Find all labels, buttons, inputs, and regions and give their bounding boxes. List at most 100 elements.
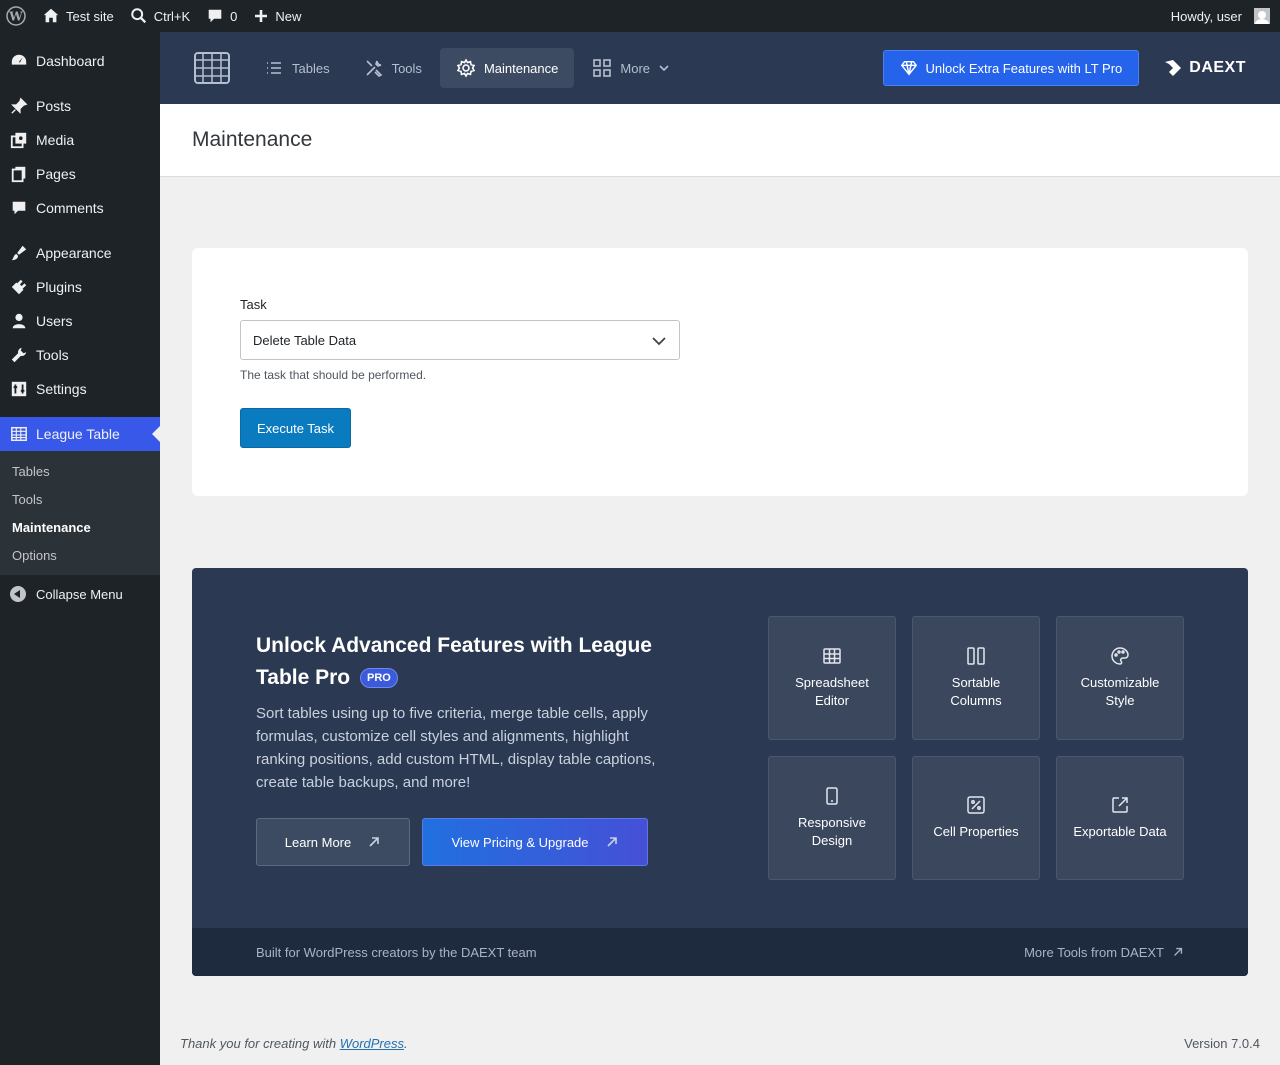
home-icon [43, 8, 59, 23]
percent-icon [967, 796, 985, 814]
footer-thanks: Thank you for creating with WordPress. [180, 1036, 408, 1051]
collapse-menu-button[interactable]: Collapse Menu [0, 577, 160, 611]
sidebar-item-comments[interactable]: Comments [0, 191, 160, 225]
settings-icon [10, 380, 28, 398]
list-icon [267, 62, 281, 74]
plus-icon [255, 10, 268, 22]
nav-tab-label: Maintenance [483, 60, 559, 76]
learn-more-button[interactable]: Learn More [256, 818, 410, 866]
search-button[interactable]: Ctrl+K [122, 0, 198, 32]
arrow-up-right-icon [1174, 947, 1183, 956]
sidebar-item-label: Media [36, 132, 75, 148]
new-content-button[interactable]: New [245, 0, 309, 32]
search-shortcut: Ctrl+K [153, 8, 191, 24]
feature-label: Sortable Columns [950, 675, 1002, 708]
site-name: Test site [66, 8, 114, 24]
arrow-up-right-icon [369, 837, 380, 847]
sidebar-item-dashboard[interactable]: Dashboard [0, 44, 160, 78]
page-header: Maintenance [160, 104, 1280, 177]
plugin-nav: Tables Tools Maintenance More Unlock Ext… [160, 32, 1280, 104]
footer-thanks-prefix: Thank you for creating with [180, 1036, 340, 1051]
feature-spreadsheet-editor: Spreadsheet Editor [768, 616, 896, 740]
sidebar-item-league-table[interactable]: League Table [0, 417, 160, 451]
sidebar-item-label: Settings [36, 381, 87, 397]
sidebar-item-posts[interactable]: Posts [0, 89, 160, 123]
user-icon [10, 312, 28, 330]
comment-icon [208, 9, 222, 23]
nav-tab-label: Tools [391, 60, 422, 76]
feature-responsive-design: Responsive Design [768, 756, 896, 880]
sidebar-item-settings[interactable]: Settings [0, 372, 160, 406]
nav-tab-tables[interactable]: Tables [248, 48, 346, 88]
unlock-label: Unlock Extra Features with LT Pro [925, 60, 1123, 76]
palette-icon [1111, 647, 1129, 665]
comments-link[interactable]: 0 [198, 0, 245, 32]
daext-logo-icon [1165, 60, 1182, 76]
wordpress-logo-button[interactable]: W [0, 0, 34, 32]
task-select-value: Delete Table Data [253, 332, 357, 348]
more-tools-label: More Tools from DAEXT [1024, 944, 1164, 960]
sidebar-item-label: Users [36, 313, 73, 329]
feature-exportable-data: Exportable Data [1056, 756, 1184, 880]
promo-title: Unlock Advanced Features with League Tab… [256, 630, 696, 694]
nav-tab-more[interactable]: More [576, 48, 686, 88]
mobile-icon [826, 787, 838, 805]
wordpress-icon: W [6, 6, 26, 26]
diamond-icon [900, 60, 917, 76]
feature-label: Spreadsheet Editor [795, 675, 869, 708]
task-select[interactable]: Delete Table Data [240, 320, 680, 360]
sidebar-item-users[interactable]: Users [0, 304, 160, 338]
nav-tab-label: Tables [292, 60, 330, 76]
unlock-pro-button[interactable]: Unlock Extra Features with LT Pro [882, 50, 1140, 86]
admin-sidebar: Dashboard Posts Media Pages Comments App… [0, 32, 160, 1065]
daext-logo[interactable]: DAEXT [1163, 58, 1246, 78]
howdy-text: Howdy, user [1170, 8, 1242, 24]
sidebar-item-tools[interactable]: Tools [0, 338, 160, 372]
sidebar-item-plugins[interactable]: Plugins [0, 270, 160, 304]
league-table-submenu: Tables Tools Maintenance Options [0, 451, 160, 575]
promo-footer-credit: Built for WordPress creators by the DAEX… [256, 944, 537, 960]
view-pricing-button[interactable]: View Pricing & Upgrade [422, 818, 648, 866]
gear-icon [456, 58, 476, 78]
footer-version: Version 7.0.4 [1184, 1036, 1260, 1051]
comment-icon [10, 199, 28, 217]
site-name-link[interactable]: Test site [34, 0, 122, 32]
sidebar-item-label: Appearance [36, 245, 112, 261]
wordpress-link[interactable]: WordPress [340, 1036, 404, 1051]
sidebar-item-media[interactable]: Media [0, 123, 160, 157]
daext-brand: DAEXT [1189, 59, 1246, 76]
grid-icon [823, 648, 841, 664]
promo-title-text: Unlock Advanced Features with League Tab… [256, 634, 652, 689]
sidebar-item-label: Dashboard [36, 53, 105, 69]
league-table-logo-icon[interactable] [194, 52, 230, 84]
feature-label: Customizable Style [1080, 675, 1160, 708]
sidebar-item-pages[interactable]: Pages [0, 157, 160, 191]
pages-icon [10, 165, 28, 183]
collapse-label: Collapse Menu [36, 586, 123, 602]
nav-tab-tools[interactable]: Tools [348, 48, 438, 88]
submenu-item-tools[interactable]: Tools [0, 485, 160, 513]
sidebar-item-appearance[interactable]: Appearance [0, 236, 160, 270]
sidebar-item-label: League Table [36, 426, 120, 442]
search-icon [130, 8, 146, 24]
submenu-item-options[interactable]: Options [0, 541, 160, 569]
apps-icon [593, 59, 612, 77]
submenu-item-tables[interactable]: Tables [0, 457, 160, 485]
table-icon [10, 425, 28, 443]
submenu-item-maintenance[interactable]: Maintenance [0, 513, 160, 541]
tools-icon [366, 60, 382, 77]
sidebar-item-label: Comments [36, 200, 104, 216]
my-account-menu[interactable]: Howdy, user [1163, 0, 1280, 32]
pricing-label: View Pricing & Upgrade [451, 834, 589, 850]
pro-promo-section: Unlock Advanced Features with League Tab… [192, 568, 1248, 976]
media-icon [10, 131, 28, 149]
page-title: Maintenance [192, 128, 313, 151]
sidebar-item-label: Posts [36, 98, 72, 114]
feature-grid: Spreadsheet Editor Sortable Columns Cust… [768, 616, 1184, 880]
more-tools-link[interactable]: More Tools from DAEXT [1024, 945, 1184, 960]
wrench-icon [10, 346, 28, 364]
nav-tab-label: More [620, 60, 651, 76]
execute-task-button[interactable]: Execute Task [240, 408, 351, 448]
nav-tab-maintenance[interactable]: Maintenance [439, 48, 575, 88]
avatar [1254, 8, 1270, 24]
